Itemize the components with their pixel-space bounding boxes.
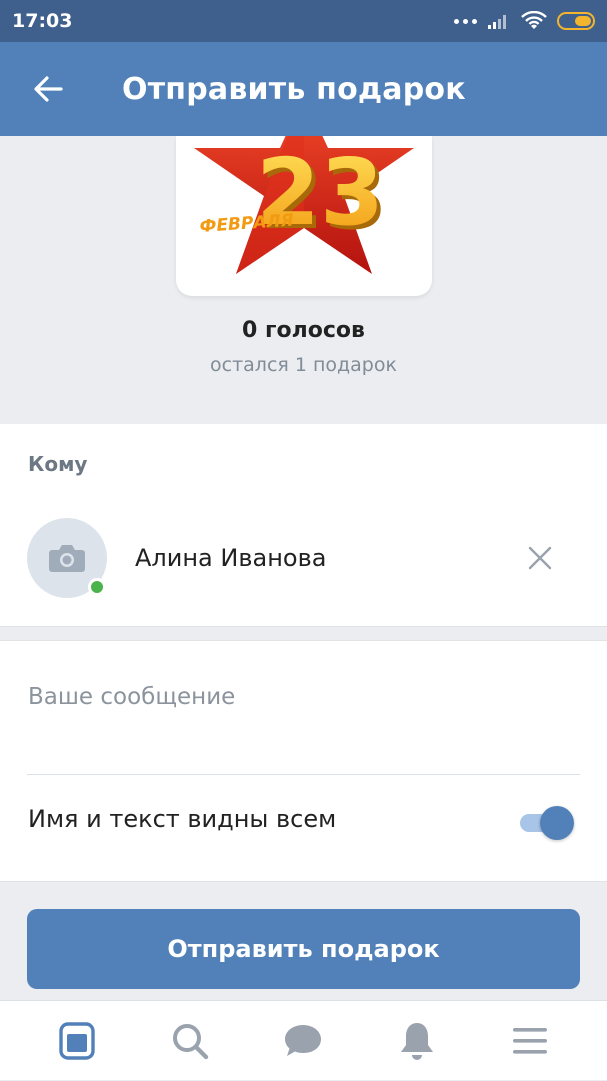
message-input[interactable] (28, 677, 580, 717)
toggle-knob (540, 806, 574, 840)
page-title: Отправить подарок (122, 71, 466, 107)
status-time: 17:03 (12, 10, 73, 32)
wifi-icon (521, 11, 547, 29)
close-icon (528, 546, 552, 570)
tab-search[interactable] (150, 1001, 230, 1081)
tab-notifications[interactable] (377, 1001, 457, 1081)
visibility-toggle[interactable] (520, 806, 574, 840)
recipient-section: Кому Алина Иванова (0, 424, 607, 627)
status-icons (454, 11, 595, 31)
votes-count: 0 голосов (242, 318, 365, 343)
camera-icon (49, 545, 85, 572)
tab-menu[interactable] (490, 1001, 570, 1081)
status-bar: 17:03 (0, 0, 607, 42)
news-icon (58, 1021, 95, 1060)
online-indicator (88, 578, 106, 596)
recipient-name[interactable]: Алина Иванова (135, 544, 326, 572)
notifications-icon (400, 1022, 433, 1060)
visibility-label: Имя и текст видны всем (28, 805, 337, 833)
bottom-tab-bar (0, 1000, 607, 1080)
arrow-left-icon (34, 76, 63, 102)
back-button[interactable] (0, 42, 96, 136)
messages-icon (285, 1024, 322, 1056)
message-section: Имя и текст видны всем (0, 640, 607, 882)
tab-news[interactable] (37, 1001, 117, 1081)
send-gift-button[interactable]: Отправить подарок (27, 909, 580, 989)
dots-icon (454, 18, 477, 24)
search-icon (173, 1023, 209, 1059)
signal-icon (488, 15, 506, 29)
remove-recipient-button[interactable] (520, 538, 560, 578)
tab-messages[interactable] (263, 1001, 343, 1081)
menu-icon (513, 1027, 548, 1054)
gift-image[interactable]: 23 23 ФЕВРАЛЯ (176, 136, 432, 296)
gifts-remaining: остался 1 подарок (210, 354, 397, 376)
recipient-label: Кому (28, 452, 88, 476)
gift-preview: 23 23 ФЕВРАЛЯ 0 голосов остался 1 подаро… (0, 136, 607, 424)
divider (27, 774, 580, 775)
gift-star-image: 23 23 ФЕВРАЛЯ (194, 136, 414, 274)
battery-icon (557, 12, 595, 30)
app-bar: Отправить подарок (0, 42, 607, 136)
